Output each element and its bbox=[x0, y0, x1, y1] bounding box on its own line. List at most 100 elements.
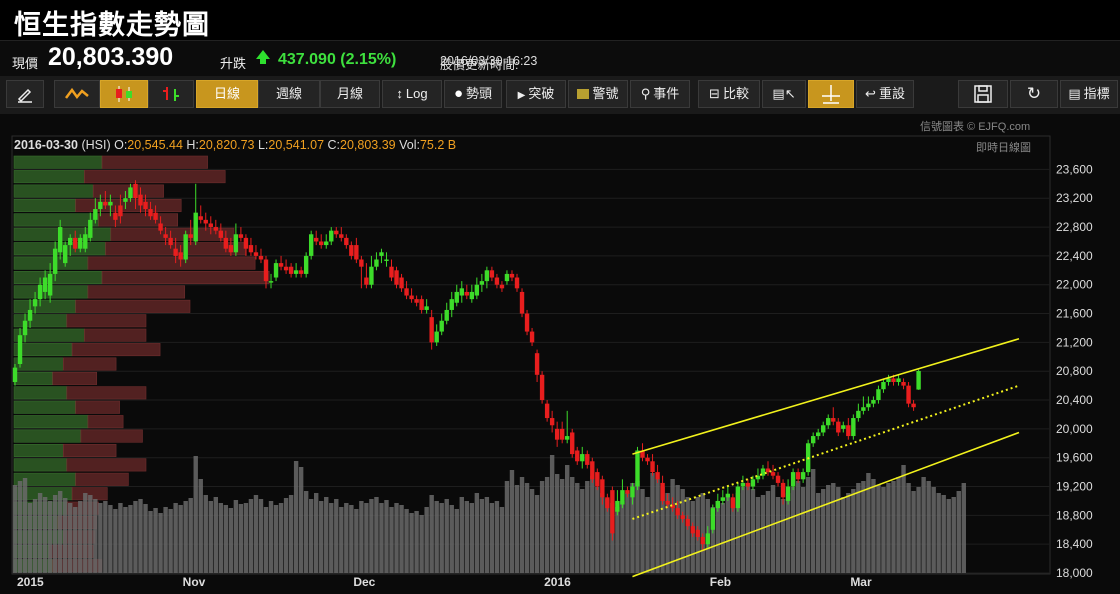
volume-profile-up-bar bbox=[13, 198, 76, 212]
candle-body bbox=[554, 428, 560, 440]
volume-bar bbox=[615, 507, 620, 573]
line-chart-button[interactable] bbox=[54, 80, 100, 108]
volume-bar bbox=[861, 481, 866, 573]
draw-pen-button[interactable] bbox=[6, 80, 44, 108]
save-button[interactable] bbox=[958, 80, 1008, 108]
candle-body bbox=[278, 263, 284, 267]
log-label: Log bbox=[405, 86, 428, 101]
ohlc-bar-button[interactable] bbox=[148, 80, 194, 108]
volume-bar bbox=[810, 469, 816, 573]
volume-value: 75.2 B bbox=[419, 138, 457, 152]
volume-bar bbox=[123, 507, 128, 573]
candle-chart-button[interactable] bbox=[100, 80, 148, 108]
crosshair-button[interactable] bbox=[808, 80, 854, 108]
candle-body bbox=[851, 418, 856, 437]
volume-bar bbox=[745, 483, 751, 573]
candle-body bbox=[575, 450, 580, 462]
volume-bar bbox=[153, 508, 158, 573]
circle-icon: ● bbox=[453, 85, 464, 102]
volume-profile-up-bar bbox=[13, 371, 54, 385]
volume-profile-down-bar bbox=[75, 400, 120, 414]
candle-body bbox=[354, 245, 359, 260]
volume-bar bbox=[951, 497, 956, 573]
volume-profile-up-bar bbox=[13, 443, 64, 457]
candle-body bbox=[610, 490, 615, 534]
alert-button[interactable]: 警號 bbox=[568, 80, 628, 108]
volume-bar bbox=[554, 474, 560, 573]
volume-bar bbox=[158, 513, 163, 573]
reset-button[interactable]: ↩ 重設 bbox=[856, 80, 914, 108]
volume-bar bbox=[459, 497, 464, 573]
volume-bar bbox=[248, 499, 254, 573]
log-scale-button[interactable]: ↕ Log bbox=[382, 80, 442, 108]
tab-monthly[interactable]: 月線 bbox=[320, 80, 380, 108]
compare-button[interactable]: ⊟ 比較 bbox=[698, 80, 760, 108]
trend-button[interactable]: ● 勢頭 bbox=[444, 80, 502, 108]
volume-profile-down-bar bbox=[80, 429, 143, 443]
volume-profile-up-bar bbox=[13, 314, 68, 328]
refresh-icon: ↻ bbox=[1026, 84, 1042, 103]
volume-bar bbox=[921, 477, 926, 573]
candle-body bbox=[725, 493, 731, 498]
candle-body bbox=[489, 270, 495, 278]
candle-body bbox=[143, 201, 148, 210]
volume-bar bbox=[133, 501, 138, 573]
candle-body bbox=[17, 335, 23, 364]
line-chart-icon bbox=[65, 87, 89, 100]
volume-bar bbox=[640, 489, 645, 573]
candle-body bbox=[273, 263, 279, 278]
candle-body bbox=[750, 479, 756, 487]
candle-body bbox=[303, 255, 309, 274]
candle-body bbox=[319, 241, 324, 246]
volume-bar bbox=[650, 473, 655, 573]
ohlc-bar-icon bbox=[163, 87, 179, 101]
volume-bar bbox=[444, 499, 449, 573]
volume-bar bbox=[233, 500, 239, 573]
volume-bar bbox=[223, 505, 229, 573]
y-tick-label: 19,600 bbox=[1056, 451, 1093, 465]
events-label: 事件 bbox=[653, 86, 680, 101]
volume-profile-down-bar bbox=[75, 198, 182, 212]
candle-body bbox=[83, 234, 88, 249]
candle-body bbox=[389, 266, 394, 278]
candle-body bbox=[474, 284, 480, 296]
volume-profile-down-bar bbox=[87, 285, 186, 299]
candle-body bbox=[866, 403, 871, 408]
candle-body bbox=[188, 234, 193, 238]
events-button[interactable]: ⚲ 事件 bbox=[630, 80, 690, 108]
volume-bar bbox=[359, 501, 364, 573]
candle-body bbox=[519, 291, 525, 314]
candle-body bbox=[339, 234, 344, 238]
volume-bar bbox=[770, 485, 776, 573]
indicators-button[interactable]: ▤ 指標 bbox=[1060, 80, 1118, 108]
volume-bar bbox=[795, 481, 801, 573]
volume-bar bbox=[816, 493, 821, 573]
breakout-button[interactable]: ▶ 突破 bbox=[506, 80, 566, 108]
volume-bar bbox=[32, 499, 38, 573]
volume-bar bbox=[906, 483, 911, 573]
candle-body bbox=[856, 410, 861, 419]
candlestick-chart[interactable]: 23,600 23,200 22,800 22,400 22,000 21,600 21,2… bbox=[0, 114, 1120, 594]
settings-doc-button[interactable]: ▤↖ bbox=[762, 80, 806, 108]
candle-body bbox=[329, 230, 334, 242]
candle-body bbox=[37, 284, 43, 300]
low-label: L: bbox=[257, 138, 269, 152]
volume-bar bbox=[173, 503, 178, 573]
tab-weekly[interactable]: 週線 bbox=[258, 80, 320, 108]
candle-body bbox=[308, 234, 314, 256]
high-value: 20,820.73 bbox=[198, 138, 255, 152]
candle-body bbox=[288, 266, 294, 274]
volume-bar bbox=[138, 499, 143, 573]
candle-body bbox=[314, 237, 319, 242]
refresh-button[interactable]: ↻ bbox=[1010, 80, 1058, 108]
volume-bar bbox=[775, 497, 781, 573]
volume-bar bbox=[600, 493, 605, 573]
candle-body bbox=[47, 273, 53, 296]
volume-profile-up-bar bbox=[13, 343, 73, 357]
volume-bar bbox=[655, 479, 660, 573]
volume-bar bbox=[228, 508, 234, 573]
volume-profile-down-bar bbox=[75, 299, 191, 313]
volume-bar bbox=[268, 501, 274, 573]
tab-daily[interactable]: 日線 bbox=[196, 80, 258, 108]
volume-bar bbox=[720, 503, 726, 573]
